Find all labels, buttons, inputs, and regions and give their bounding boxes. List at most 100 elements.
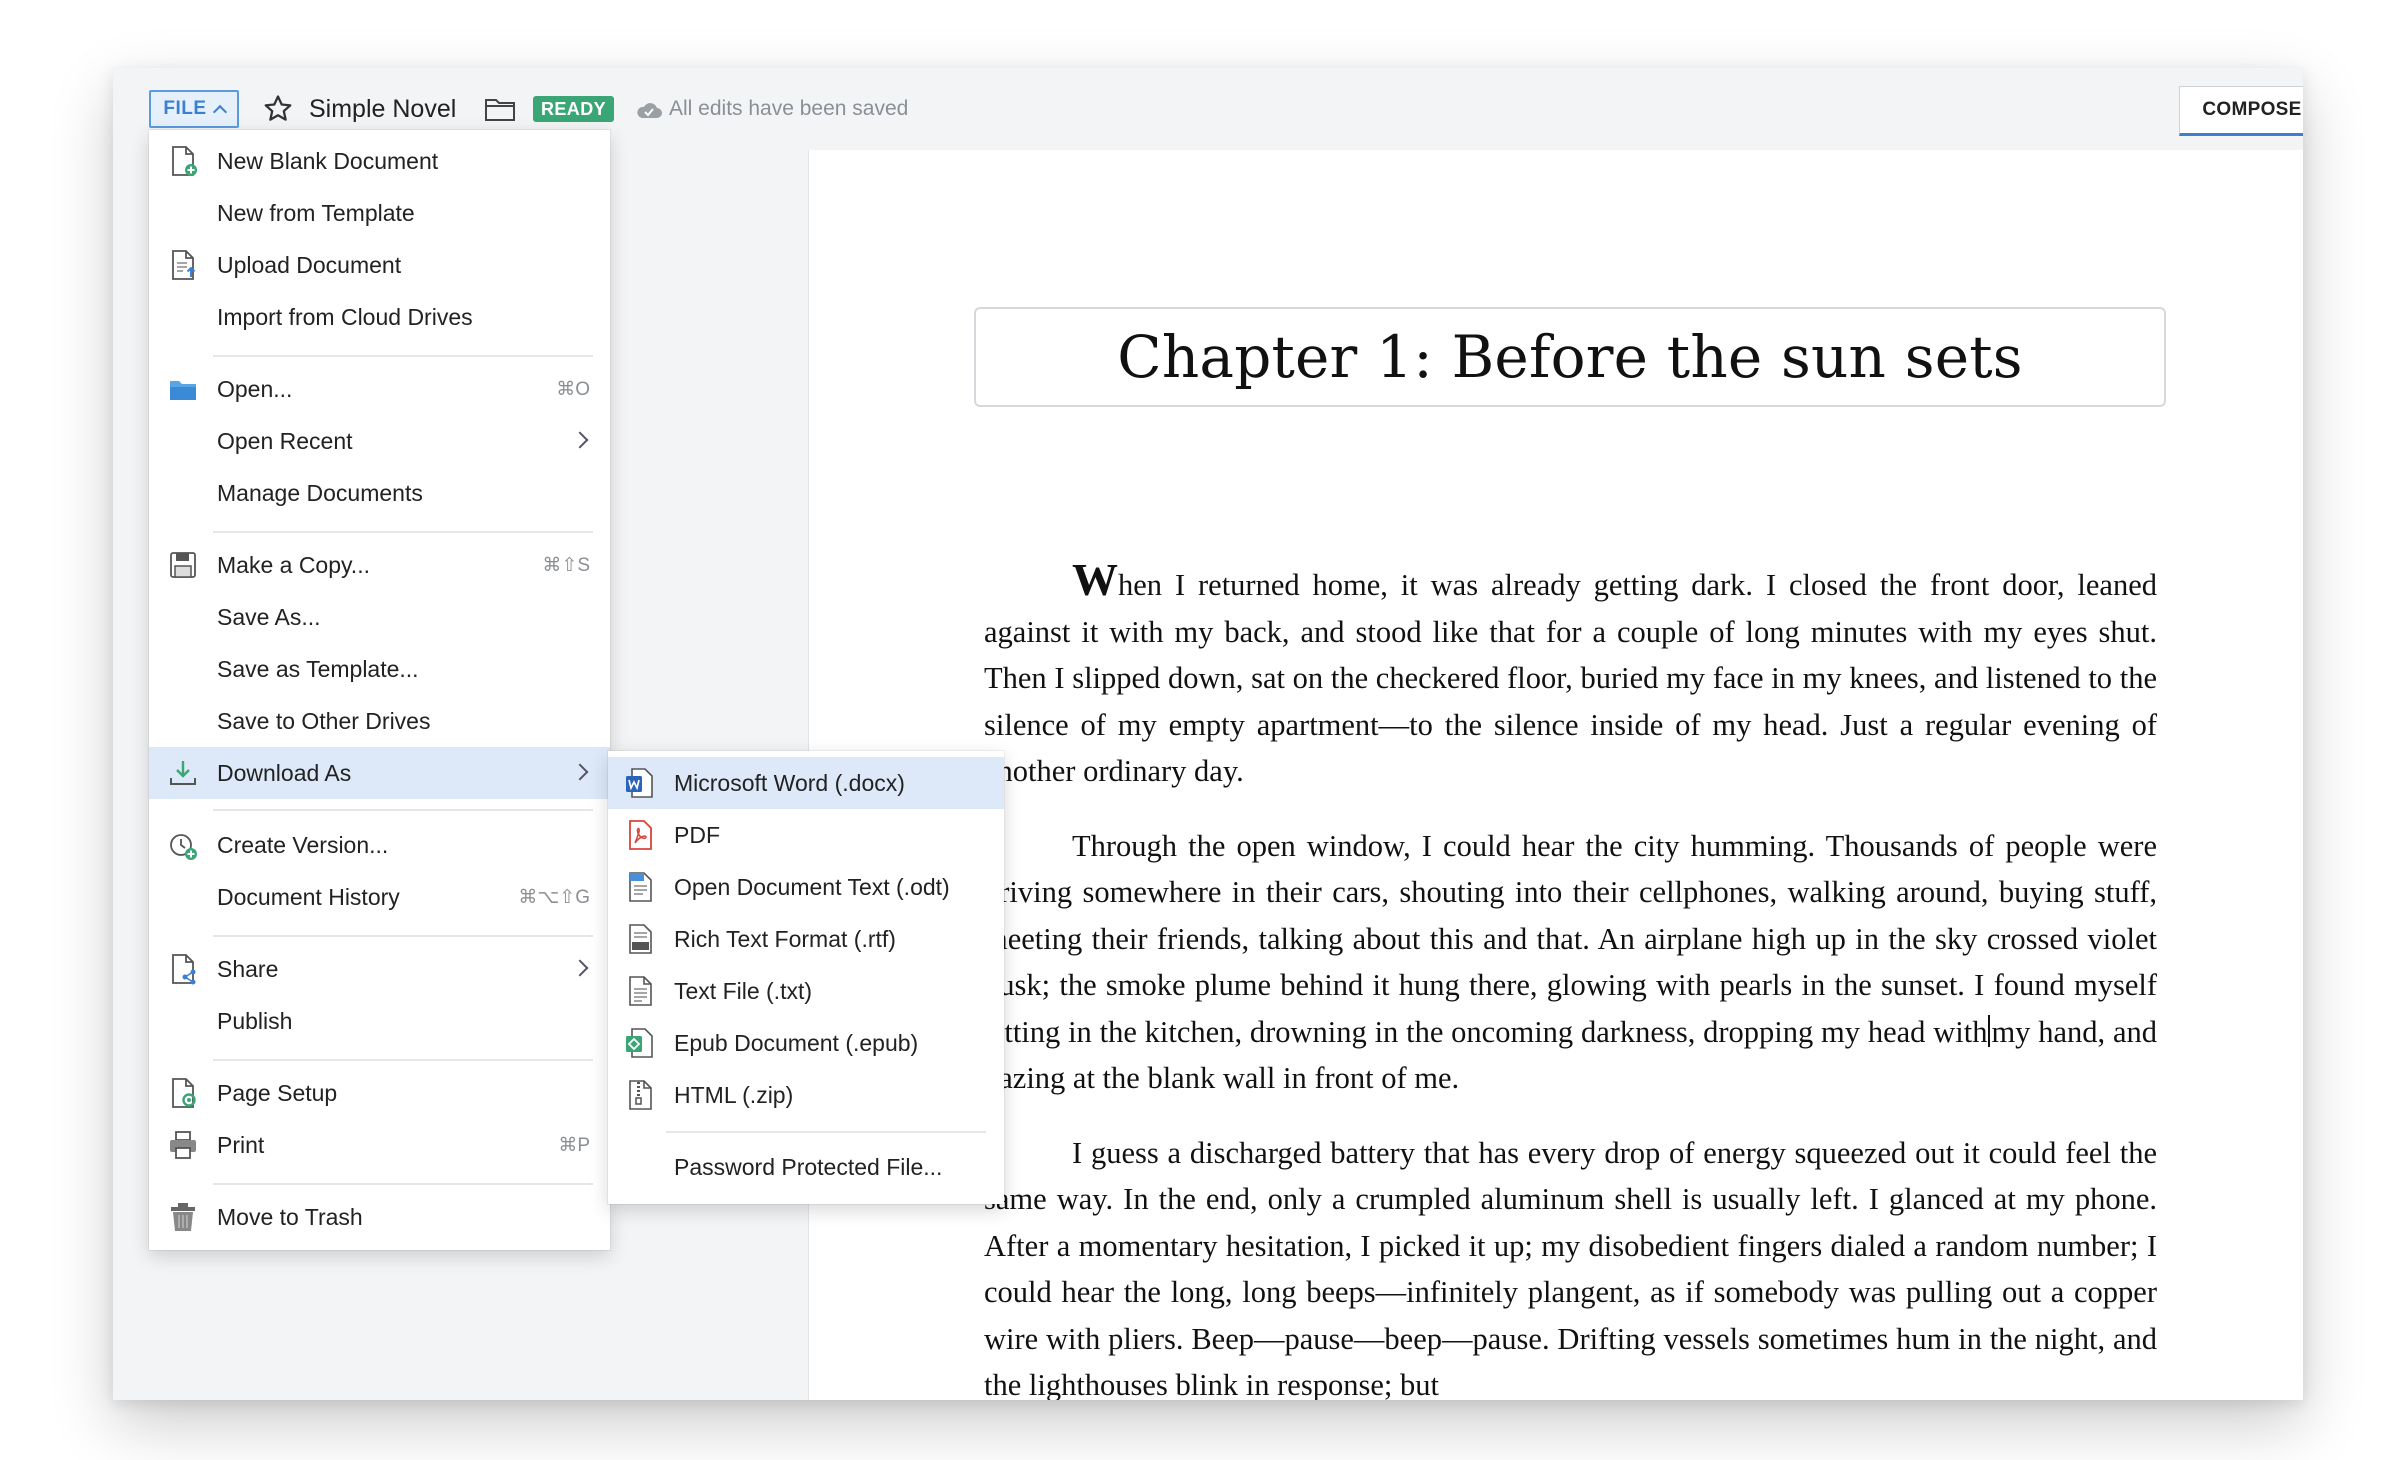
menu-item-page-setup[interactable]: Page Setup: [149, 1067, 610, 1119]
menu-item-upload-document[interactable]: Upload Document: [149, 239, 610, 291]
menu-shortcut: ⌘O: [556, 378, 590, 400]
menu-item-download-as[interactable]: Download As: [149, 747, 610, 799]
menu-divider: [213, 935, 593, 937]
menu-label: Save As...: [217, 603, 321, 630]
menu-label: Import from Cloud Drives: [217, 303, 473, 330]
menu-item-open[interactable]: Open... ⌘O: [149, 363, 610, 415]
menu-item-save-to-other-drives[interactable]: Save to Other Drives: [149, 695, 610, 747]
menu-label: New Blank Document: [217, 147, 439, 174]
zip-file-icon: [629, 1080, 652, 1110]
menu-item-publish[interactable]: Publish: [149, 995, 610, 1047]
chapter-title: Chapter 1: Before the sun sets: [1117, 323, 2023, 391]
menu-item-create-version[interactable]: Create Version...: [149, 819, 610, 871]
paragraph-3: I guess a discharged battery that has ev…: [984, 1135, 2157, 1401]
menu-item-import-from-cloud-drives[interactable]: Import from Cloud Drives: [149, 291, 610, 343]
app-window: FILE Simple Novel READY All edits have b…: [113, 68, 2303, 1400]
paragraph-2: Through the open window, I could hear th…: [984, 823, 2157, 1102]
menu-label: PDF: [674, 821, 720, 848]
menu-shortcut: ⌘P: [558, 1134, 590, 1156]
menu-label: Print: [217, 1131, 265, 1158]
file-menu-button[interactable]: FILE: [149, 90, 239, 128]
download-option-password-protected[interactable]: Password Protected File...: [608, 1141, 1004, 1193]
menu-divider: [213, 809, 593, 811]
menu-label: Password Protected File...: [674, 1153, 943, 1180]
menu-item-save-as[interactable]: Save As...: [149, 591, 610, 643]
version-history-icon: [170, 834, 197, 860]
menu-item-manage-documents[interactable]: Manage Documents: [149, 467, 610, 519]
menu-label: Save to Other Drives: [217, 707, 431, 734]
page-setup-icon: [172, 1078, 196, 1108]
menu-label: Download As: [217, 759, 352, 786]
menu-label: Page Setup: [217, 1079, 338, 1106]
menu-label: Open...: [217, 375, 293, 402]
epub-icon: [626, 1028, 653, 1058]
menu-shortcut: ⌘⇧S: [542, 554, 590, 576]
menu-divider: [213, 531, 593, 533]
download-option-txt[interactable]: Text File (.txt): [608, 965, 1004, 1017]
menu-item-make-a-copy[interactable]: Make a Copy... ⌘⇧S: [149, 539, 610, 591]
menu-item-share[interactable]: Share: [149, 943, 610, 995]
document-body[interactable]: When I returned home, it was already get…: [984, 554, 2157, 1401]
menu-divider: [213, 1059, 593, 1061]
chapter-heading-box[interactable]: Chapter 1: Before the sun sets: [974, 307, 2166, 407]
chevron-right-icon: [571, 431, 589, 449]
download-option-docx[interactable]: Microsoft Word (.docx): [608, 757, 1004, 809]
menu-item-move-to-trash[interactable]: Move to Trash: [149, 1191, 610, 1243]
upload-document-icon: [172, 250, 196, 280]
menu-label: Document History: [217, 883, 400, 910]
download-as-submenu: Microsoft Word (.docx) PDF Open Document…: [608, 751, 1004, 1204]
word-document-icon: [626, 768, 653, 798]
menu-item-document-history[interactable]: Document History ⌘⌥⇧G: [149, 871, 610, 923]
menu-label: Upload Document: [217, 251, 402, 278]
share-icon: [172, 954, 196, 985]
menu-label: Open Recent: [217, 427, 353, 454]
menu-item-print[interactable]: Print ⌘P: [149, 1119, 610, 1171]
pdf-icon: [629, 820, 652, 850]
menu-divider: [666, 1131, 986, 1133]
document-page[interactable]: Chapter 1: Before the sun sets When I re…: [808, 150, 2303, 1400]
menu-shortcut: ⌘⌥⇧G: [518, 886, 590, 908]
menu-label: HTML (.zip): [674, 1081, 794, 1108]
download-option-epub[interactable]: Epub Document (.epub): [608, 1017, 1004, 1069]
paragraph-2-text-before-caret: Through the open window, I could hear th…: [984, 828, 2157, 1049]
star-icon[interactable]: [261, 92, 295, 126]
download-icon: [170, 761, 196, 785]
menu-label: Create Version...: [217, 831, 389, 858]
download-option-rtf[interactable]: Rich Text Format (.rtf): [608, 913, 1004, 965]
folder-icon[interactable]: [484, 95, 516, 123]
chevron-right-icon: [571, 763, 589, 781]
menu-label: Publish: [217, 1007, 293, 1034]
menu-label: Open Document Text (.odt): [674, 873, 950, 900]
file-menu: New Blank Document New from Template Upl…: [149, 130, 610, 1250]
odt-document-icon: [629, 872, 652, 902]
drop-cap: W: [1072, 554, 1118, 605]
menu-label: Microsoft Word (.docx): [674, 769, 905, 796]
download-option-odt[interactable]: Open Document Text (.odt): [608, 861, 1004, 913]
menu-item-new-from-template[interactable]: New from Template: [149, 187, 610, 239]
menu-item-new-blank-document[interactable]: New Blank Document: [149, 135, 610, 187]
menu-divider: [213, 1183, 593, 1185]
menu-divider: [213, 355, 593, 357]
menu-item-open-recent[interactable]: Open Recent: [149, 415, 610, 467]
menu-label: Share: [217, 955, 279, 982]
menu-label: Save as Template...: [217, 655, 419, 682]
download-option-html[interactable]: HTML (.zip): [608, 1069, 1004, 1121]
new-document-icon: [172, 146, 197, 176]
rtf-document-icon: [629, 924, 652, 954]
file-menu-label: FILE: [163, 98, 207, 119]
trash-icon: [171, 1203, 195, 1231]
save-status-text: All edits have been saved: [669, 97, 909, 120]
open-folder-icon: [170, 381, 196, 400]
printer-icon: [170, 1131, 196, 1159]
paragraph-1-text: hen I returned home, it was already gett…: [984, 568, 2157, 788]
menu-label: Epub Document (.epub): [674, 1029, 919, 1056]
download-option-pdf[interactable]: PDF: [608, 809, 1004, 861]
menu-item-save-as-template[interactable]: Save as Template...: [149, 643, 610, 695]
menu-label: Text File (.txt): [674, 977, 813, 1004]
status-badge: READY: [533, 96, 615, 122]
document-title[interactable]: Simple Novel: [309, 92, 456, 126]
menu-label: Make a Copy...: [217, 551, 370, 578]
text-file-icon: [629, 976, 652, 1006]
menu-label: Manage Documents: [217, 479, 423, 506]
compose-tab[interactable]: COMPOSE: [2179, 86, 2303, 136]
